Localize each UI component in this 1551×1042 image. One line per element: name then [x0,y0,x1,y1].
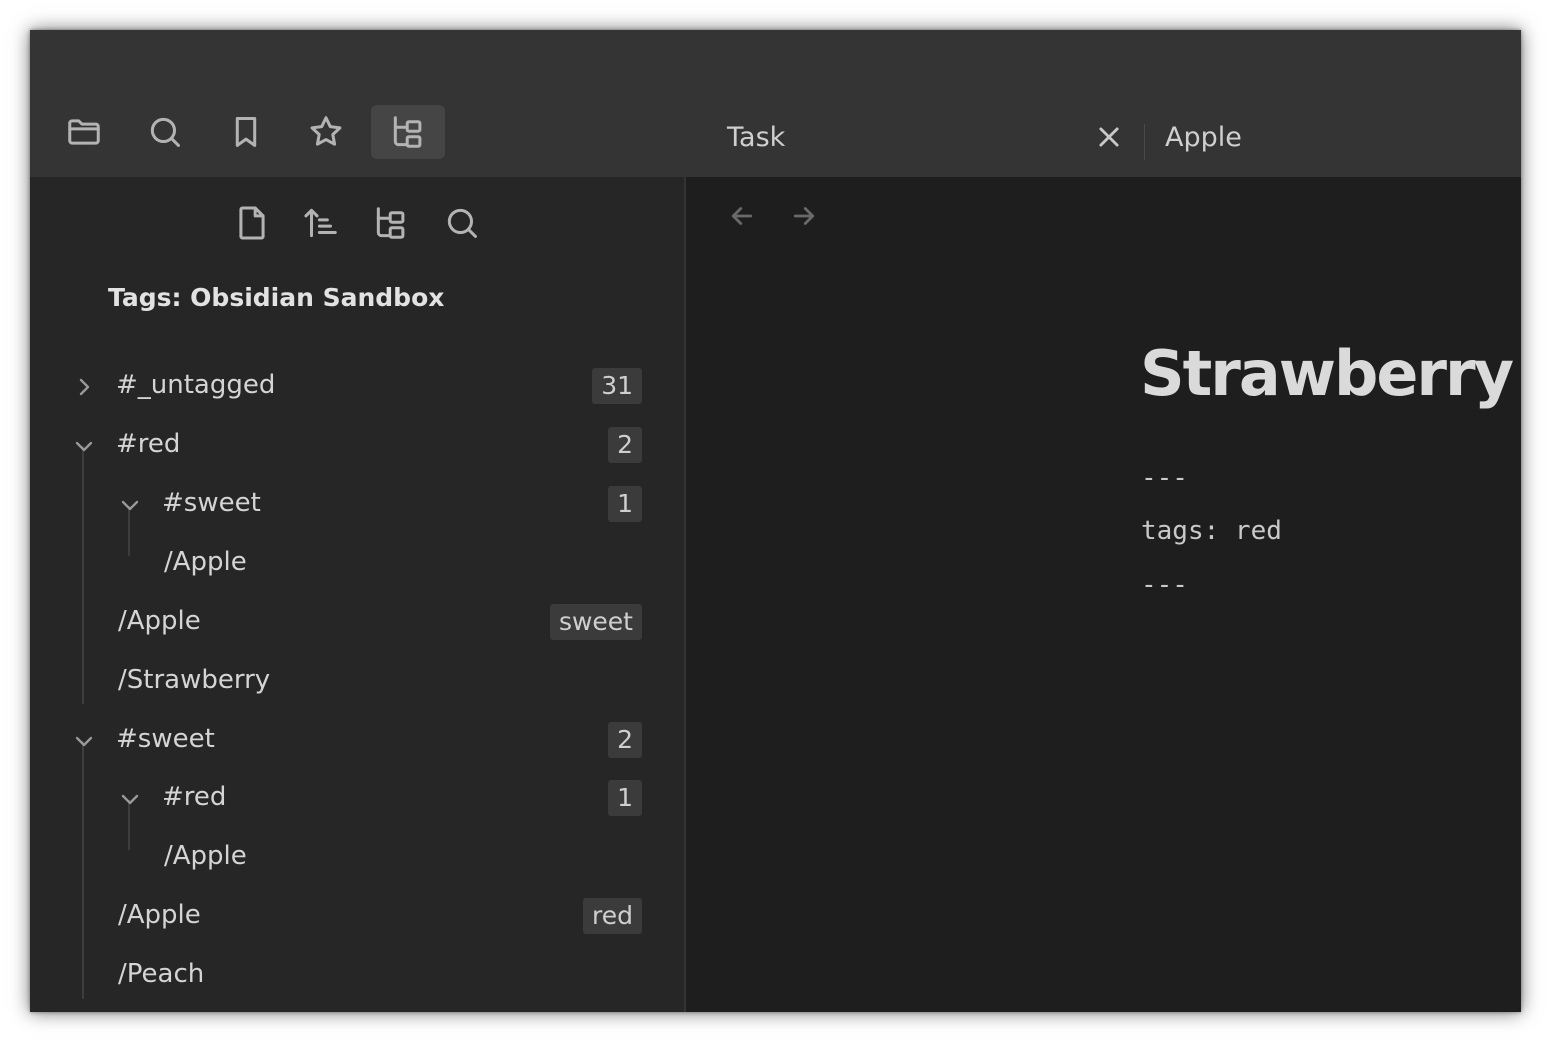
app-window: Task Apple Tags: Obsidian Sandbox #_unta… [30,30,1521,1012]
tab-close-button[interactable] [1093,121,1125,153]
tag-label: #_untagged [116,370,276,400]
tag-row-red-sweet[interactable]: #sweet 1 [30,480,684,530]
tag-tree-button[interactable] [371,105,445,159]
tab-task[interactable]: Task [727,122,785,153]
arrow-left-icon [731,207,753,225]
count-badge: 1 [608,780,642,816]
note-label: /Apple [118,900,201,930]
count-badge: 2 [608,722,642,758]
note-title[interactable]: Strawberry [1140,337,1514,410]
note-row-apple[interactable]: /Apple red [30,892,684,942]
chevron-down-icon[interactable] [72,434,96,458]
frontmatter-delimiter[interactable]: --- [1141,463,1188,493]
note-label: /Apple [164,547,247,577]
count-badge: 1 [608,486,642,522]
note-label: /Strawberry [118,665,271,695]
bookmarks-button[interactable] [209,105,283,159]
back-button[interactable] [727,201,757,231]
note-label: /Peach [118,959,205,989]
pane-title: Tags: Obsidian Sandbox [108,283,445,312]
frontmatter-tags[interactable]: tags: red [1141,516,1282,546]
search-icon [150,117,180,147]
frontmatter-delimiter[interactable]: --- [1141,570,1188,600]
tag-badge: red [583,898,642,934]
star-icon [310,116,342,146]
tag-tree-toggle-button[interactable] [369,201,413,245]
count-badge: 2 [608,427,642,463]
count-badge: 31 [592,368,642,404]
close-icon [1099,127,1119,147]
arrow-right-icon [793,207,815,225]
editor-pane: Strawberry --- tags: red --- [686,177,1521,1012]
tag-sidebar: Tags: Obsidian Sandbox #_untagged 31 #re… [30,177,686,1012]
note-row-apple[interactable]: /Apple [30,539,684,589]
tag-row-sweet-red[interactable]: #red 1 [30,774,684,824]
search-icon [447,208,477,238]
sort-icon [304,208,337,238]
tab-divider [1144,124,1145,160]
chevron-down-icon[interactable] [118,787,142,811]
tag-label: #sweet [116,724,215,754]
chevron-down-icon[interactable] [118,493,142,517]
tag-badge: sweet [549,604,642,640]
tag-tree-icon [393,116,422,148]
note-label: /Apple [164,841,247,871]
tag-label: #red [116,429,181,459]
file-explorer-button[interactable] [47,105,121,159]
tag-label: #sweet [162,488,261,518]
note-row-strawberry[interactable]: /Strawberry [30,657,684,707]
tag-row-untagged[interactable]: #_untagged 31 [30,362,684,412]
sort-button[interactable] [299,201,343,245]
forward-button[interactable] [789,201,819,231]
tag-row-sweet[interactable]: #sweet 2 [30,716,684,766]
tag-label: #red [162,782,227,812]
note-row-peach[interactable]: /Peach [30,951,684,1001]
chevron-right-icon[interactable] [72,375,96,399]
note-row-apple[interactable]: /Apple sweet [30,598,684,648]
filter-search-button[interactable] [440,201,484,245]
starred-button[interactable] [289,105,363,159]
bookmark-icon [235,117,257,147]
tag-row-red[interactable]: #red 2 [30,421,684,471]
search-button[interactable] [128,105,202,159]
note-label: /Apple [118,606,201,636]
folder-icon [68,119,100,145]
tag-tree-icon [376,207,405,239]
title-bar: Task Apple [30,30,1521,177]
new-note-button[interactable] [230,201,274,245]
new-note-icon [239,206,265,240]
tab-apple[interactable]: Apple [1165,122,1242,153]
note-row-apple[interactable]: /Apple [30,833,684,883]
chevron-down-icon[interactable] [72,729,96,753]
